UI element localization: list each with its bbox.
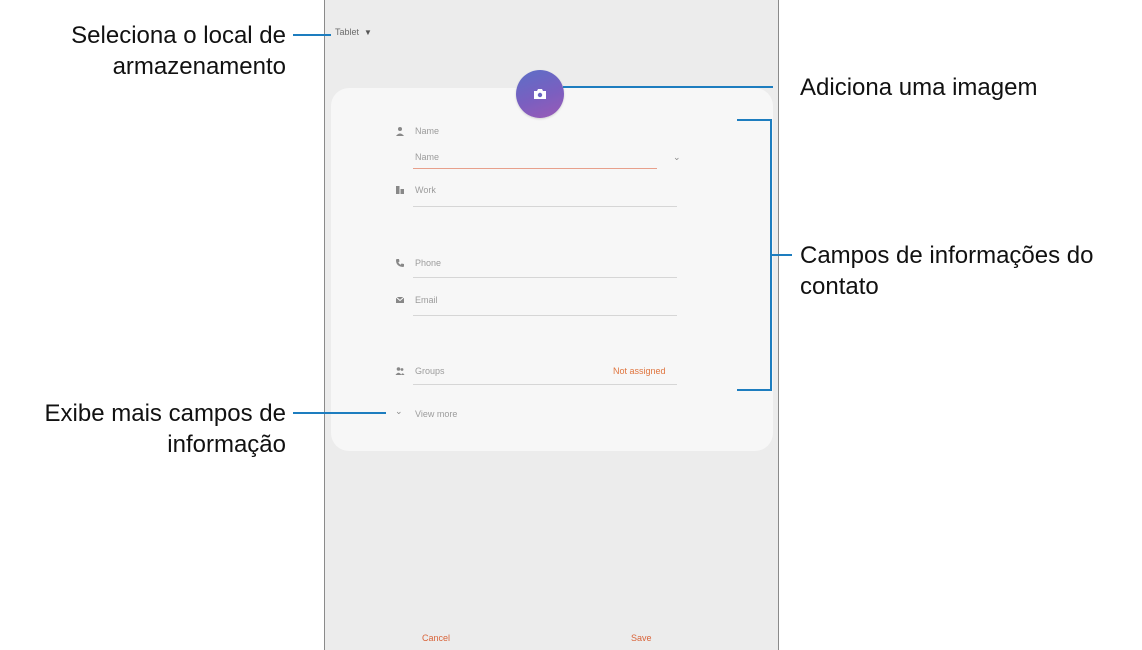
groups-field[interactable]: Groups bbox=[415, 366, 445, 376]
work-input[interactable]: Work bbox=[415, 185, 436, 195]
callout-fields-line1: Campos de informações do bbox=[800, 242, 1094, 269]
chevron-down-icon[interactable]: ⌄ bbox=[673, 152, 681, 163]
chevron-down-icon[interactable]: ⌄ bbox=[395, 406, 403, 417]
callout-storage-leader bbox=[293, 34, 331, 36]
add-image-button[interactable] bbox=[516, 70, 564, 118]
callout-fields-leader bbox=[772, 254, 792, 256]
callout-storage-line1: Seleciona o local de bbox=[71, 22, 286, 49]
person-icon bbox=[395, 126, 405, 136]
callout-fields-bracket-bottom bbox=[737, 389, 772, 391]
groups-not-assigned-link[interactable]: Not assigned bbox=[613, 366, 666, 376]
callout-more-leader bbox=[293, 412, 386, 414]
email-input-underline bbox=[413, 315, 677, 316]
groups-field-underline bbox=[413, 384, 677, 385]
email-input[interactable]: Email bbox=[415, 295, 438, 305]
callout-storage: Seleciona o local de armazenamento bbox=[20, 20, 286, 82]
storage-location-label: Tablet bbox=[335, 27, 360, 37]
callout-more-line1: Exibe mais campos de bbox=[44, 400, 286, 427]
email-icon bbox=[395, 295, 405, 305]
name-label: Name bbox=[415, 126, 440, 136]
callout-more: Exibe mais campos de informação bbox=[8, 398, 286, 460]
contact-info-card: Name Name ⌄ Work Phone Email Groups Not … bbox=[331, 88, 773, 451]
work-icon bbox=[395, 185, 405, 195]
callout-storage-line2: armazenamento bbox=[112, 53, 286, 80]
callout-fields-line2: contato bbox=[800, 273, 879, 300]
save-button[interactable]: Save bbox=[631, 633, 652, 643]
callout-image: Adiciona uma imagem bbox=[800, 74, 1038, 101]
storage-location-selector[interactable]: Tablet ▼ bbox=[335, 27, 372, 37]
dropdown-caret-icon: ▼ bbox=[364, 27, 372, 37]
work-input-underline bbox=[413, 206, 677, 207]
view-more-button[interactable]: View more bbox=[415, 409, 457, 419]
camera-icon bbox=[534, 89, 546, 99]
phone-input-underline bbox=[413, 277, 677, 278]
contact-editor-screen: Tablet ▼ Name Name ⌄ Work Phone Email Gr… bbox=[324, 0, 779, 650]
callout-fields: Campos de informações do contato bbox=[800, 240, 1093, 302]
callout-more-line2: informação bbox=[167, 431, 286, 458]
phone-input[interactable]: Phone bbox=[415, 258, 441, 268]
callout-fields-bracket-top bbox=[737, 119, 772, 121]
name-input-underline bbox=[413, 168, 657, 169]
name-input[interactable]: Name bbox=[415, 152, 439, 162]
groups-icon bbox=[395, 366, 405, 376]
cancel-button[interactable]: Cancel bbox=[422, 633, 450, 643]
callout-image-leader bbox=[563, 86, 773, 88]
phone-icon bbox=[395, 258, 405, 268]
